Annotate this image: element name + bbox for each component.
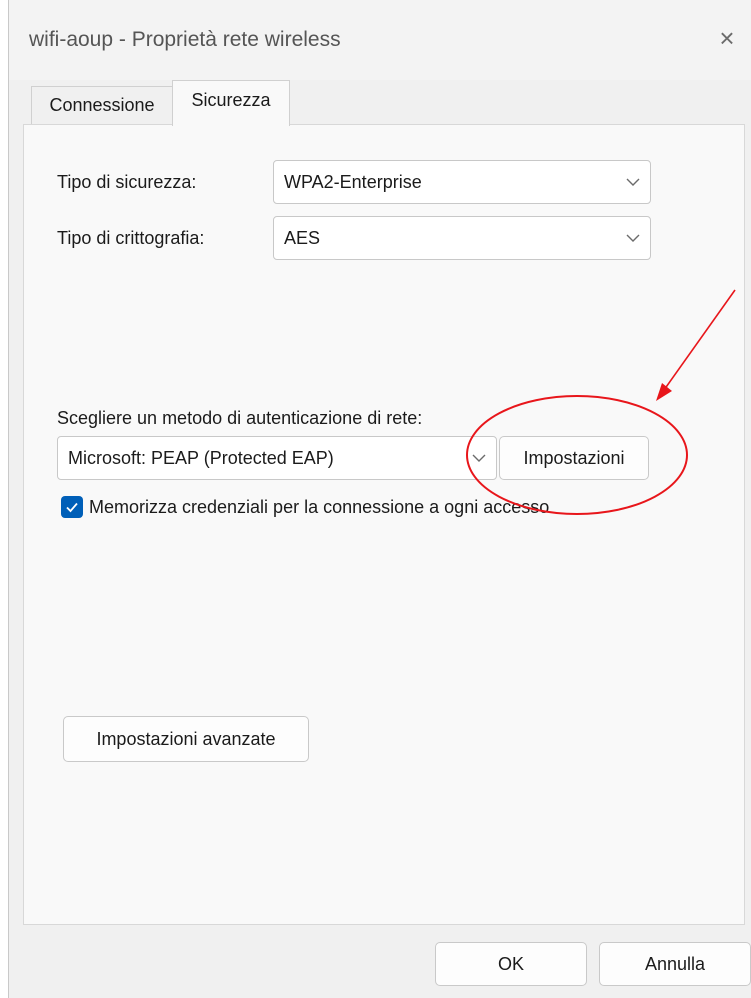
close-icon: × [719,22,735,53]
cancel-button[interactable]: Annulla [599,942,751,986]
checkmark-icon [66,502,78,513]
advanced-settings-button[interactable]: Impostazioni avanzate [63,716,309,762]
close-button[interactable]: × [709,20,745,56]
auth-settings-button[interactable]: Impostazioni [499,436,649,480]
ok-button[interactable]: OK [435,942,587,986]
chevron-down-icon [616,217,650,259]
auth-method-select[interactable]: Microsoft: PEAP (Protected EAP) [57,436,497,480]
remember-credentials-checkbox[interactable] [61,496,83,518]
encryption-type-value: AES [284,227,321,248]
remember-credentials-label: Memorizza credenziali per la connessione… [89,497,550,517]
auth-method-label: Scegliere un metodo di autenticazione di… [57,408,423,428]
tab-label: Sicurezza [191,90,271,110]
title-bar: wifi-aoup - Proprietà rete wireless × [9,0,751,80]
dialog-window: wifi-aoup - Proprietà rete wireless × Co… [8,0,751,998]
encryption-type-select[interactable]: AES [273,216,651,260]
tab-connessione[interactable]: Connessione [31,86,173,124]
chevron-down-icon [616,161,650,203]
security-type-value: WPA2-Enterprise [284,171,422,192]
tab-sicurezza[interactable]: Sicurezza [172,80,290,126]
chevron-down-icon [462,437,496,479]
security-type-label: Tipo di sicurezza: [57,172,197,192]
tab-label: Connessione [49,95,155,115]
security-type-select[interactable]: WPA2-Enterprise [273,160,651,204]
window-title: wifi-aoup - Proprietà rete wireless [29,28,341,51]
encryption-type-label: Tipo di crittografia: [57,228,205,248]
auth-method-value: Microsoft: PEAP (Protected EAP) [68,447,334,468]
